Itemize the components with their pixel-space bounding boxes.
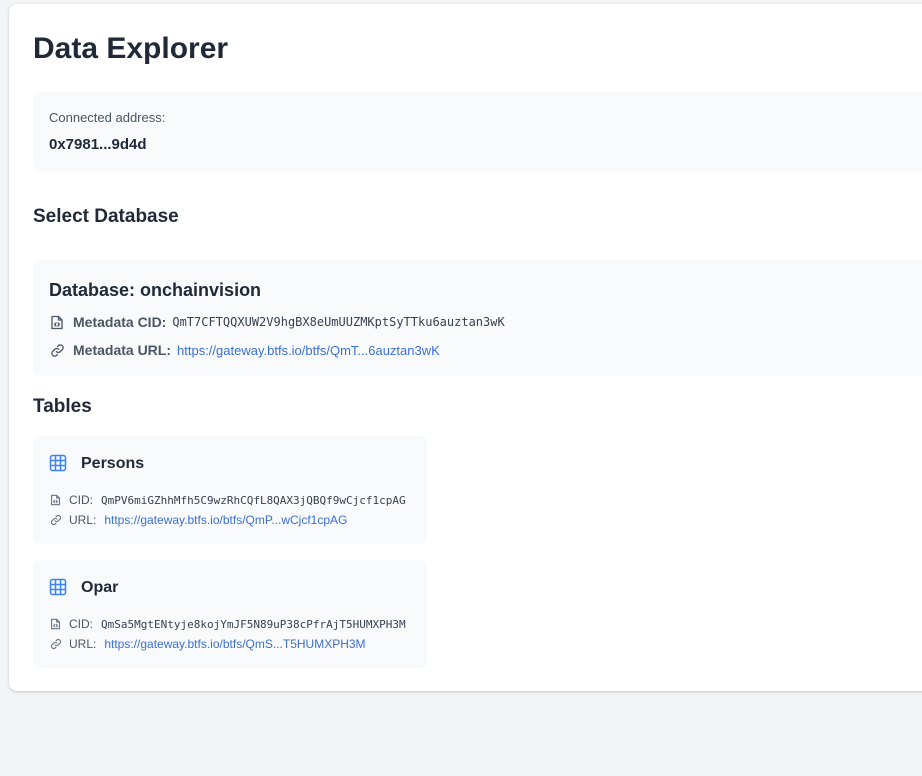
select-database-heading: Select Database [33,206,179,227]
table-name: Persons [81,455,145,472]
table-url-row: URL: https://gateway.btfs.io/btfs/QmS...… [49,636,366,652]
table-url-link[interactable]: https://gateway.btfs.io/btfs/QmP...wCjcf… [104,513,347,527]
metadata-url-label: Metadata URL: [73,342,172,358]
table-url-label: URL: [69,637,97,651]
metadata-cid-row: Metadata CID: QmT7CFTQQXUW2V9hgBX8eUmUUZ… [49,312,505,332]
table-header: Persons [49,454,144,474]
table-card-persons[interactable]: Persons CID: QmPV6miGZhhMfh5C9wzRhCQfL8Q… [33,436,427,544]
connected-address-value: 0x7981...9d4d [49,136,147,153]
link-icon [49,514,62,527]
file-code-icon [49,314,65,330]
link-icon [49,638,62,651]
connected-address-label: Connected address: [49,110,166,125]
tables-heading: Tables [33,396,92,417]
table-cid-label: CID: [69,617,93,631]
table-url-label: URL: [69,513,97,527]
table-header: Opar [49,578,118,598]
database-name: Database: onchainvision [49,280,262,300]
metadata-cid-label: Metadata CID: [73,314,167,330]
table-url-row: URL: https://gateway.btfs.io/btfs/QmP...… [49,512,347,528]
table-cid-row: CID: QmSa5MgtENtyje8kojYmJF5N89uP38cPfrA… [49,616,406,632]
table-cid-label: CID: [69,493,93,507]
table-icon [49,454,69,474]
file-code-icon [49,494,62,507]
metadata-url-link[interactable]: https://gateway.btfs.io/btfs/QmT...6auzt… [177,343,440,358]
table-card-opar[interactable]: Opar CID: QmSa5MgtENtyje8kojYmJF5N89uP38… [33,560,427,668]
table-cid-value: QmPV6miGZhhMfh5C9wzRhCQfL8QAX3jQBQf9wCjc… [101,493,406,507]
table-icon [49,578,69,598]
table-name: Opar [81,579,119,596]
page-title: Data Explorer [33,32,229,65]
table-cid-row: CID: QmPV6miGZhhMfh5C9wzRhCQfL8QAX3jQBQf… [49,492,406,508]
link-icon [49,342,65,358]
data-explorer-card: Data Explorer Connected address: 0x7981.… [9,4,922,691]
database-panel[interactable]: Database: onchainvision Metadata CID: Qm… [33,260,922,376]
file-code-icon [49,618,62,631]
metadata-cid-value: QmT7CFTQQXUW2V9hgBX8eUmUUZMKptSyTTku6auz… [172,315,505,329]
metadata-url-row: Metadata URL: https://gateway.btfs.io/bt… [49,340,440,360]
table-cid-value: QmSa5MgtENtyje8kojYmJF5N89uP38cPfrAjT5HU… [101,617,406,631]
connected-address-panel: Connected address: 0x7981...9d4d [33,92,922,171]
table-url-link[interactable]: https://gateway.btfs.io/btfs/QmS...T5HUM… [104,637,365,651]
